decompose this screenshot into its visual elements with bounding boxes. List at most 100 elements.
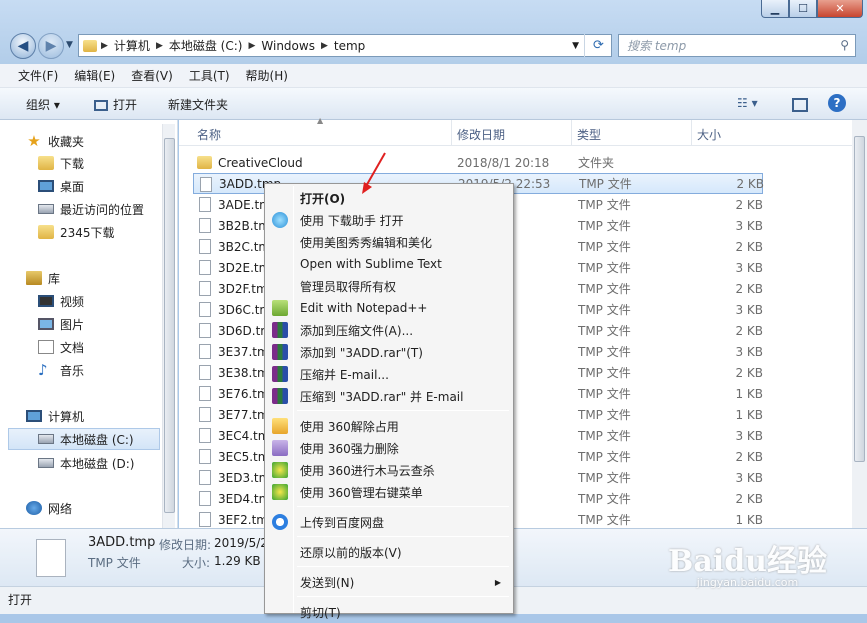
menu-item-label: 打开(O) bbox=[300, 191, 346, 206]
sidebar-label: 文档 bbox=[60, 340, 85, 355]
sidebar-item-documents[interactable]: 文档 bbox=[38, 336, 84, 358]
forward-button[interactable]: ▶ bbox=[38, 33, 64, 59]
file-type: TMP 文件 bbox=[578, 324, 631, 338]
menu-item-label: 压缩并 E-mail... bbox=[300, 367, 389, 382]
menu-item-label: 使用 360进行木马云查杀 bbox=[300, 463, 435, 478]
address-dropdown-icon[interactable]: ▼ bbox=[572, 41, 579, 51]
file-row[interactable]: CreativeCloud 2018/8/1 20:18 文件夹 bbox=[193, 152, 763, 173]
sidebar-item-pictures[interactable]: 图片 bbox=[38, 313, 84, 335]
sidebar-scrollbar[interactable] bbox=[162, 124, 175, 528]
context-menu-item[interactable]: 压缩并 E-mail... bbox=[267, 363, 511, 385]
file-type: 文件夹 bbox=[578, 156, 615, 170]
file-type: TMP 文件 bbox=[578, 282, 631, 296]
help-icon[interactable]: ? bbox=[828, 94, 846, 112]
column-divider[interactable] bbox=[691, 120, 692, 146]
menu-separator bbox=[297, 566, 509, 567]
sidebar-item-favorites[interactable]: ★ 收藏夹 bbox=[26, 130, 84, 152]
column-size[interactable]: 大小 bbox=[697, 126, 721, 143]
menu-help[interactable]: 帮助(H) bbox=[238, 67, 296, 84]
column-divider[interactable] bbox=[451, 120, 452, 146]
menu-view[interactable]: 查看(V) bbox=[123, 67, 181, 84]
scrollbar-thumb[interactable] bbox=[854, 136, 865, 462]
context-menu-item[interactable]: 使用美图秀秀编辑和美化 bbox=[267, 231, 511, 253]
context-menu-item[interactable]: 压缩到 "3ADD.rar" 并 E-mail bbox=[267, 385, 511, 407]
minimize-button[interactable]: ▁ bbox=[761, 0, 789, 18]
history-dropdown-icon[interactable]: ▼ bbox=[66, 40, 73, 50]
maximize-button[interactable]: ☐ bbox=[789, 0, 817, 18]
address-bar[interactable]: ▶ 计算机 ▶ 本地磁盘 (C:) ▶ Windows ▶ temp ▼ bbox=[78, 34, 612, 57]
sidebar-item-network[interactable]: 网络 bbox=[26, 497, 72, 519]
context-menu-item[interactable]: 还原以前的版本(V) bbox=[267, 541, 511, 563]
breadcrumb-temp[interactable]: temp bbox=[330, 39, 369, 53]
sidebar-item-downloads[interactable]: 下载 bbox=[38, 152, 84, 174]
file-type: TMP 文件 bbox=[578, 471, 631, 485]
search-input[interactable]: 搜索 temp ⚲ bbox=[618, 34, 856, 57]
breadcrumb-computer[interactable]: 计算机 bbox=[110, 37, 154, 54]
context-menu-item[interactable]: 使用 360解除占用 bbox=[267, 415, 511, 437]
menu-bar: 文件(F) 编辑(E) 查看(V) 工具(T) 帮助(H) bbox=[0, 64, 867, 88]
file-list-scrollbar[interactable] bbox=[852, 120, 867, 528]
file-type: TMP 文件 bbox=[578, 303, 631, 317]
file-size: 1 KB bbox=[735, 407, 763, 422]
status-text: 打开 bbox=[8, 593, 33, 607]
file-icon bbox=[199, 407, 211, 422]
sidebar-item-drive-c[interactable]: 本地磁盘 (C:) bbox=[8, 428, 160, 450]
folder-icon bbox=[83, 39, 97, 52]
menu-item-label: 管理员取得所有权 bbox=[300, 279, 397, 294]
sidebar-item-music[interactable]: ♪ 音乐 bbox=[38, 359, 84, 381]
back-button[interactable]: ◀ bbox=[10, 33, 36, 59]
file-icon bbox=[199, 491, 211, 506]
sidebar-item-2345[interactable]: 2345下载 bbox=[38, 221, 115, 243]
context-menu-item[interactable]: 使用 下载助手 打开 bbox=[267, 209, 511, 231]
context-menu-item[interactable]: 使用 360管理右键菜单 bbox=[267, 481, 511, 503]
details-modified-value: 2019/5/2 bbox=[214, 536, 268, 550]
column-type[interactable]: 类型 bbox=[577, 126, 601, 143]
recent-places-icon bbox=[38, 204, 54, 214]
sidebar-item-drive-d[interactable]: 本地磁盘 (D:) bbox=[38, 452, 134, 474]
context-menu-item[interactable]: 剪切(T) bbox=[267, 601, 511, 623]
sidebar-item-recent[interactable]: 最近访问的位置 bbox=[38, 198, 144, 220]
breadcrumb-drive[interactable]: 本地磁盘 (C:) bbox=[165, 37, 247, 54]
menu-item-label: 使用美图秀秀编辑和美化 bbox=[300, 235, 433, 250]
breadcrumb-windows[interactable]: Windows bbox=[257, 39, 319, 53]
menu-tools[interactable]: 工具(T) bbox=[181, 67, 238, 84]
annotation-arrow-icon bbox=[362, 152, 386, 194]
menu-item-label: 使用 360强力删除 bbox=[300, 441, 399, 456]
column-name[interactable]: 名称 bbox=[197, 126, 221, 143]
menu-file[interactable]: 文件(F) bbox=[10, 67, 66, 84]
watermark-text: Baidu经验 bbox=[668, 544, 827, 579]
download-icon bbox=[272, 212, 288, 228]
open-button[interactable]: 打开 bbox=[94, 96, 137, 113]
context-menu-item[interactable]: 使用 360进行木马云查杀 bbox=[267, 459, 511, 481]
new-folder-button[interactable]: 新建文件夹 bbox=[168, 96, 228, 113]
context-menu-item[interactable]: 上传到百度网盘 bbox=[267, 511, 511, 533]
context-menu-item[interactable]: 添加到压缩文件(A)... bbox=[267, 319, 511, 341]
sidebar-label: 下载 bbox=[60, 156, 85, 171]
column-divider[interactable] bbox=[571, 120, 572, 146]
sidebar-item-desktop[interactable]: 桌面 bbox=[38, 175, 84, 197]
preview-pane-icon[interactable] bbox=[792, 98, 808, 112]
column-date[interactable]: 修改日期 bbox=[457, 126, 505, 143]
refresh-button[interactable]: ⟳ bbox=[584, 34, 612, 57]
organize-button[interactable]: 组织 ▾ bbox=[26, 96, 60, 113]
context-menu-item[interactable]: 发送到(N) ▶ bbox=[267, 571, 511, 593]
menu-edit[interactable]: 编辑(E) bbox=[66, 67, 123, 84]
separator-icon: ▶ bbox=[248, 40, 256, 51]
scrollbar-thumb[interactable] bbox=[164, 138, 175, 513]
context-menu-item[interactable]: Edit with Notepad++ bbox=[267, 297, 511, 319]
view-options-icon[interactable]: ☷ ▾ bbox=[737, 96, 758, 110]
context-menu-item[interactable]: 管理员取得所有权 bbox=[267, 275, 511, 297]
search-icon[interactable]: ⚲ bbox=[840, 38, 849, 52]
file-type: TMP 文件 bbox=[578, 513, 631, 527]
sidebar-item-computer[interactable]: 计算机 bbox=[26, 405, 84, 427]
drive-icon bbox=[38, 434, 54, 444]
sidebar-item-libraries[interactable]: 库 bbox=[26, 267, 60, 289]
sidebar-item-videos[interactable]: 视频 bbox=[38, 290, 84, 312]
file-icon bbox=[199, 365, 211, 380]
file-type: TMP 文件 bbox=[578, 240, 631, 254]
context-menu-item[interactable]: 使用 360强力删除 bbox=[267, 437, 511, 459]
file-size: 3 KB bbox=[735, 260, 763, 275]
close-button[interactable]: ✕ bbox=[817, 0, 863, 18]
context-menu-item[interactable]: 添加到 "3ADD.rar"(T) bbox=[267, 341, 511, 363]
context-menu-item[interactable]: Open with Sublime Text bbox=[267, 253, 511, 275]
